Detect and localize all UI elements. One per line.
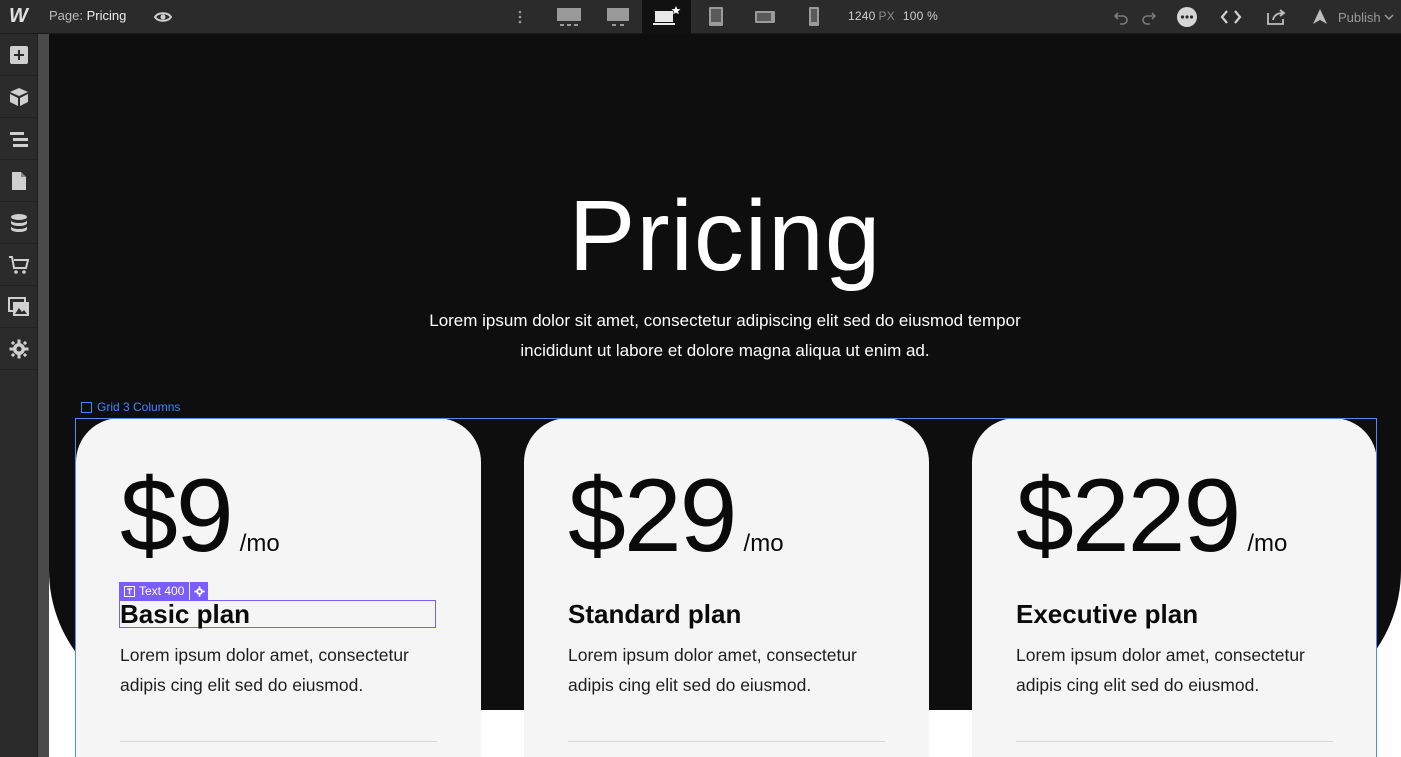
- settings-button[interactable]: [0, 328, 38, 370]
- width-unit: PX: [878, 9, 895, 23]
- card-divider: [1016, 741, 1333, 742]
- breakpoint-1920[interactable]: [544, 0, 593, 34]
- plan-description[interactable]: Lorem ipsum dolor amet, consectetur adip…: [568, 640, 898, 700]
- pricing-card-basic[interactable]: $9/mo Text 400 Basic plan Lorem ipsum do…: [76, 418, 481, 757]
- design-canvas[interactable]: Pricing Lorem ipsum dolor sit amet, cons…: [49, 34, 1401, 757]
- page-selector[interactable]: Page: Pricing: [49, 8, 126, 23]
- tablet-icon: [708, 7, 723, 26]
- grid-element-label[interactable]: Grid 3 Columns: [81, 400, 180, 414]
- undo-icon: [1113, 12, 1128, 25]
- text-element-icon: [124, 585, 135, 597]
- price-amount: $9: [120, 458, 234, 574]
- code-export-button[interactable]: [1219, 5, 1243, 29]
- width-value: 1240: [848, 9, 876, 23]
- breakpoint-1440[interactable]: [593, 0, 642, 34]
- plan-name[interactable]: Basic plan: [120, 599, 250, 630]
- pages-button[interactable]: [0, 160, 38, 202]
- components-button[interactable]: [0, 76, 38, 118]
- share-icon: [1267, 9, 1286, 25]
- add-icon: [10, 45, 28, 64]
- price[interactable]: $9/mo: [120, 464, 280, 568]
- desktop-large-icon: [606, 8, 629, 26]
- share-button[interactable]: [1264, 5, 1288, 29]
- assets-button[interactable]: [0, 286, 38, 328]
- publish-rocket-icon: [1313, 9, 1327, 24]
- selection-tag-text: Text 400: [139, 584, 185, 598]
- webflow-logo-icon[interactable]: W: [9, 4, 33, 26]
- price-period: /mo: [239, 530, 280, 557]
- redo-icon: [1142, 12, 1157, 25]
- canvas-gutter: [38, 34, 49, 757]
- selection-tag[interactable]: Text 400: [119, 582, 209, 600]
- desktop-xl-icon: [556, 8, 581, 26]
- pricing-card-standard[interactable]: $29/mo Standard plan Lorem ipsum dolor a…: [524, 418, 929, 757]
- page-prefix: Page:: [49, 8, 83, 23]
- plan-name[interactable]: Standard plan: [568, 599, 741, 630]
- cms-button[interactable]: [0, 202, 38, 244]
- add-elements-button[interactable]: [0, 34, 38, 76]
- mobile-portrait-icon: [808, 7, 819, 26]
- breakpoint-desktop-base[interactable]: [642, 0, 691, 34]
- gear-icon: [194, 585, 205, 597]
- publish-label: Publish: [1338, 9, 1381, 25]
- pricing-card-executive[interactable]: $229/mo Executive plan Lorem ipsum dolor…: [972, 418, 1377, 757]
- navigator-button[interactable]: [0, 118, 38, 160]
- grid-square-icon: [81, 401, 92, 413]
- ecommerce-button[interactable]: [0, 244, 38, 286]
- canvas-width-readout: 1240 PX 100 %: [848, 9, 938, 23]
- grid-label-text: Grid 3 Columns: [97, 400, 181, 414]
- page-name: Pricing: [86, 8, 127, 23]
- element-settings-button[interactable]: [190, 582, 209, 600]
- card-divider: [568, 741, 885, 742]
- cms-database-icon: [11, 213, 27, 232]
- navigator-icon: [10, 131, 28, 147]
- code-brackets-icon: [1220, 10, 1242, 24]
- eye-icon[interactable]: [152, 6, 174, 28]
- breakpoint-mobile-landscape[interactable]: [740, 0, 789, 34]
- card-divider: [120, 741, 437, 742]
- price-amount: $29: [568, 458, 738, 574]
- left-toolbar: [0, 34, 38, 757]
- components-icon: [10, 87, 28, 106]
- breakpoint-mobile-portrait[interactable]: [789, 0, 838, 34]
- more-vertical-icon[interactable]: [514, 6, 526, 28]
- breakpoint-selector: [544, 0, 838, 34]
- price[interactable]: $229/mo: [1016, 464, 1287, 568]
- desktop-base-star-icon: [652, 6, 680, 25]
- breakpoint-tablet[interactable]: [691, 0, 740, 34]
- undo-button[interactable]: [1109, 5, 1133, 29]
- hero-title[interactable]: Pricing: [49, 179, 1401, 294]
- redo-button[interactable]: [1137, 5, 1161, 29]
- comments-button[interactable]: [1175, 5, 1199, 29]
- cart-icon: [9, 255, 30, 274]
- mobile-landscape-icon: [754, 11, 775, 23]
- svg-text:W: W: [9, 5, 30, 26]
- more-dots-circle-icon: [1177, 7, 1197, 27]
- zoom-level: 100 %: [902, 9, 938, 23]
- price[interactable]: $29/mo: [568, 464, 784, 568]
- plan-name[interactable]: Executive plan: [1016, 599, 1198, 630]
- price-period: /mo: [1247, 530, 1288, 557]
- assets-image-icon: [8, 296, 29, 316]
- price-period: /mo: [743, 530, 784, 557]
- top-toolbar: W Page: Pricing 1240 PX 100 % Publish: [0, 0, 1401, 34]
- plan-description[interactable]: Lorem ipsum dolor amet, consectetur adip…: [1016, 640, 1346, 700]
- selection-tag-label: Text 400: [119, 582, 190, 600]
- plan-description[interactable]: Lorem ipsum dolor amet, consectetur adip…: [120, 640, 450, 700]
- chevron-down-icon: [1384, 14, 1394, 21]
- publish-button[interactable]: Publish: [1310, 0, 1394, 34]
- gear-icon: [9, 339, 29, 358]
- pages-icon: [12, 171, 26, 190]
- price-amount: $229: [1016, 458, 1241, 574]
- hero-subtitle[interactable]: Lorem ipsum dolor sit amet, consectetur …: [425, 306, 1025, 366]
